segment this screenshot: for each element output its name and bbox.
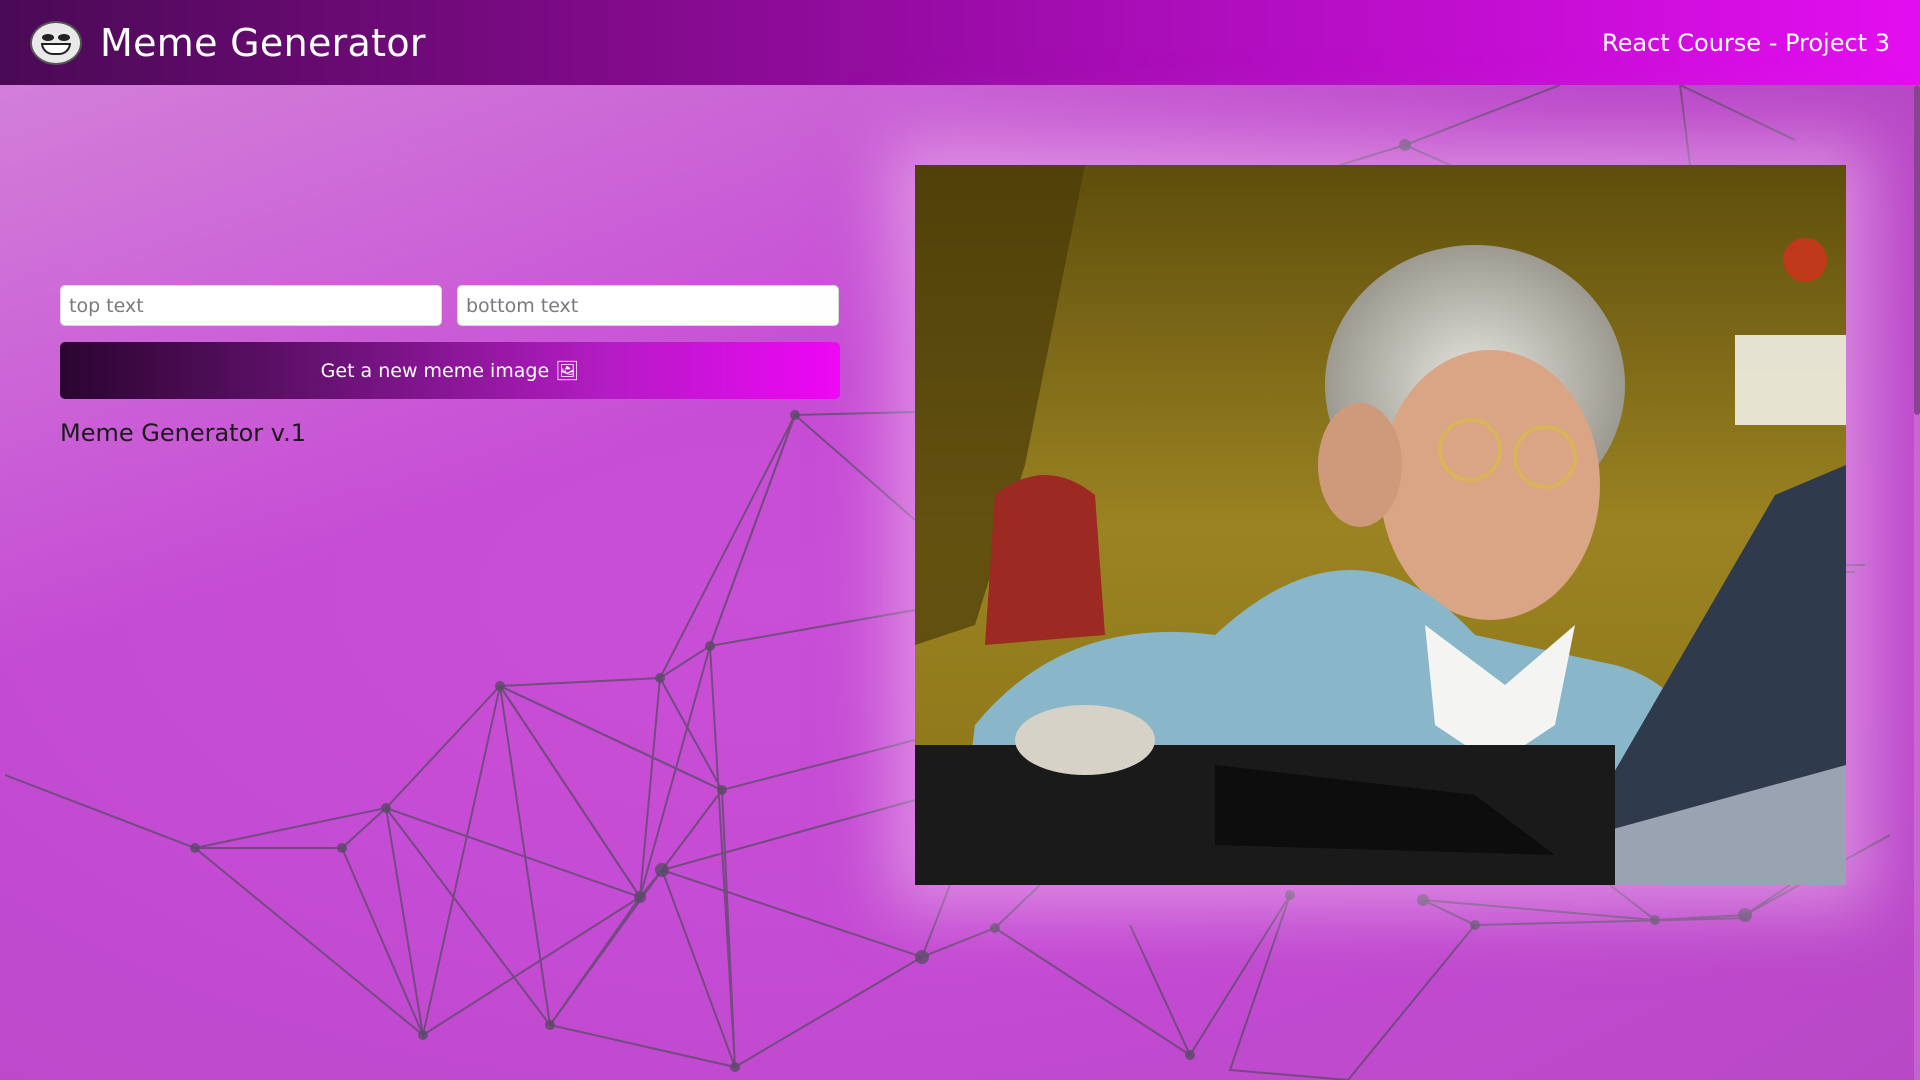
meme-form: Get a new meme image 🖼 Meme Generator v.… <box>60 285 840 447</box>
scrollbar-thumb[interactable] <box>1914 85 1920 415</box>
meme-image <box>915 165 1846 885</box>
get-new-meme-button[interactable]: Get a new meme image 🖼 <box>60 342 840 399</box>
top-text-input[interactable] <box>60 285 442 326</box>
course-subtitle: React Course - Project 3 <box>1601 28 1890 57</box>
bottom-text-input[interactable] <box>457 285 839 326</box>
meme-photo <box>915 165 1846 885</box>
text-inputs-row <box>60 285 840 326</box>
app-header: Meme Generator React Course - Project 3 <box>0 0 1920 85</box>
app-title: Meme Generator <box>100 20 426 65</box>
troll-face-icon <box>30 20 82 65</box>
page-scrollbar[interactable] <box>1914 85 1920 1080</box>
version-label: Meme Generator v.1 <box>60 419 306 447</box>
